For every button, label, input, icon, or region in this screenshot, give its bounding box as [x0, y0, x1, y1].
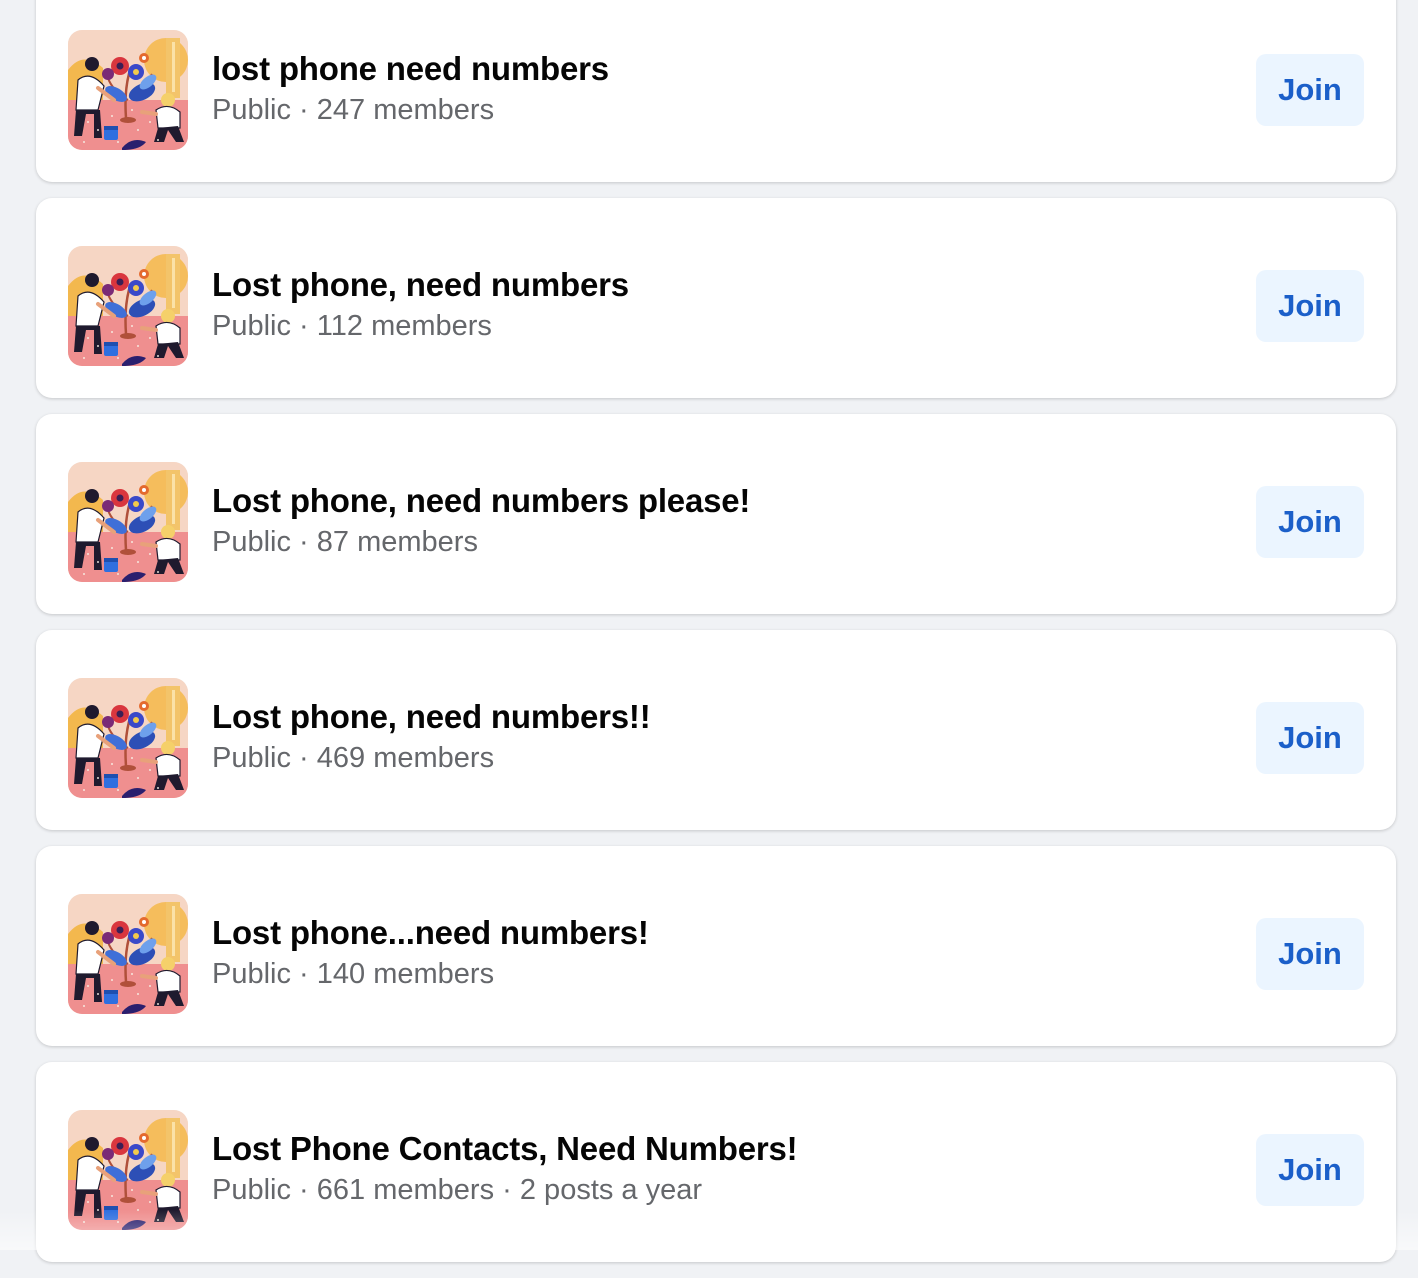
meta-separator: · — [291, 310, 317, 342]
group-member-count: 247 members — [316, 94, 495, 126]
group-thumbnail[interactable] — [68, 678, 188, 798]
group-member-count: 469 members — [316, 742, 495, 774]
group-privacy: Public — [212, 526, 291, 558]
group-privacy: Public — [212, 94, 291, 126]
group-privacy: Public — [212, 958, 291, 990]
join-button[interactable]: Join — [1256, 702, 1364, 774]
group-card[interactable]: Lost phone, need numbers!! Public · 469 … — [36, 630, 1396, 830]
meta-separator: · — [291, 526, 317, 558]
group-member-count: 87 members — [316, 526, 478, 558]
group-card[interactable]: lost phone need numbers Public · 247 mem… — [36, 0, 1396, 182]
meta-separator: · — [494, 1174, 520, 1206]
group-thumbnail[interactable] — [68, 30, 188, 150]
group-thumbnail[interactable] — [68, 462, 188, 582]
join-button[interactable]: Join — [1256, 486, 1364, 558]
meta-separator: · — [291, 742, 317, 774]
meta-separator: · — [291, 94, 317, 126]
group-illustration-icon — [68, 462, 188, 582]
group-meta: Public · 247 members — [212, 94, 494, 127]
group-privacy: Public — [212, 1174, 291, 1206]
group-thumbnail[interactable] — [68, 246, 188, 366]
group-meta: Public · 469 members — [212, 742, 494, 775]
join-button[interactable]: Join — [1256, 1134, 1364, 1206]
group-thumbnail[interactable] — [68, 1110, 188, 1230]
group-card[interactable]: Lost Phone Contacts, Need Numbers! Publi… — [36, 1062, 1396, 1262]
meta-separator: · — [291, 958, 317, 990]
meta-separator: · — [291, 1174, 317, 1206]
group-card[interactable]: Lost phone, need numbers Public · 112 me… — [36, 198, 1396, 398]
join-button[interactable]: Join — [1256, 918, 1364, 990]
group-meta: Public · 112 members — [212, 310, 492, 343]
group-name[interactable]: Lost phone, need numbers!! — [212, 698, 651, 736]
group-card[interactable]: Lost phone, need numbers please! Public … — [36, 414, 1396, 614]
group-name[interactable]: Lost Phone Contacts, Need Numbers! — [212, 1130, 798, 1168]
group-illustration-icon — [68, 30, 188, 150]
group-illustration-icon — [68, 678, 188, 798]
join-button[interactable]: Join — [1256, 270, 1364, 342]
group-meta: Public · 140 members — [212, 958, 494, 991]
group-illustration-icon — [68, 1110, 188, 1230]
group-privacy: Public — [212, 742, 291, 774]
group-illustration-icon — [68, 246, 188, 366]
group-activity: 2 posts a year — [519, 1174, 703, 1206]
group-name[interactable]: Lost phone, need numbers please! — [212, 482, 750, 520]
group-card[interactable]: Lost phone...need numbers! Public · 140 … — [36, 846, 1396, 1046]
group-member-count: 140 members — [316, 958, 495, 990]
group-member-count: 661 members — [316, 1174, 495, 1206]
group-name[interactable]: Lost phone, need numbers — [212, 266, 629, 304]
group-illustration-icon — [68, 894, 188, 1014]
group-privacy: Public — [212, 310, 291, 342]
group-meta: Public · 661 members · 2 posts a year — [212, 1174, 702, 1207]
group-results-list: lost phone need numbers Public · 247 mem… — [36, 0, 1396, 1278]
group-name[interactable]: Lost phone...need numbers! — [212, 914, 649, 952]
group-meta: Public · 87 members — [212, 526, 478, 559]
group-member-count: 112 members — [316, 310, 492, 342]
group-name[interactable]: lost phone need numbers — [212, 50, 609, 88]
join-button[interactable]: Join — [1256, 54, 1364, 126]
group-thumbnail[interactable] — [68, 894, 188, 1014]
